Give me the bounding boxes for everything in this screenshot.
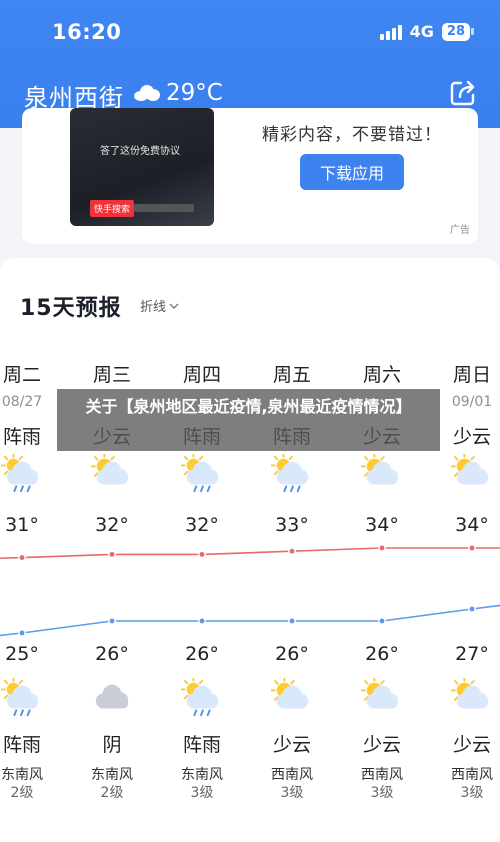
rain-shower-icon	[1, 454, 39, 493]
wind-direction: 东南风	[181, 767, 223, 783]
ad-image-text: 答了这份免费协议	[100, 146, 180, 157]
partly-cloudy-icon	[91, 454, 129, 485]
low-temperature: 26°	[365, 643, 399, 665]
share-icon[interactable]	[448, 78, 478, 108]
partly-cloudy-icon	[271, 678, 309, 709]
day-name: 周六	[362, 364, 401, 386]
day-name: 周日	[452, 364, 491, 386]
wind-direction: 东南风	[1, 767, 43, 783]
low-temperature: 25°	[5, 643, 39, 665]
cloudy-icon	[95, 684, 129, 709]
rain-shower-icon	[1, 678, 39, 717]
high-temperature: 34°	[455, 514, 489, 536]
wind-level: 3级	[190, 785, 214, 801]
wind-level: 2级	[10, 785, 34, 801]
current-temperature: 29°C	[166, 80, 223, 106]
battery-icon: 28	[441, 22, 475, 41]
partly-cloudy-icon	[451, 454, 489, 485]
high-temperature: 31°	[5, 514, 39, 536]
ad-tag: 广告	[450, 225, 470, 236]
ad-image-strip	[134, 204, 194, 212]
night-condition: 阵雨	[2, 734, 41, 756]
status-time: 16:20	[52, 20, 122, 44]
partly-cloudy-icon	[361, 678, 399, 709]
wind-level: 3级	[280, 785, 304, 801]
ad-headline: 精彩内容，不要错过！	[262, 125, 442, 145]
night-condition: 少云	[362, 734, 401, 756]
rain-shower-icon	[181, 454, 219, 493]
low-temperature: 26°	[95, 643, 129, 665]
night-condition: 阴	[102, 734, 122, 756]
night-condition: 少云	[452, 734, 491, 756]
low-temperature: 27°	[455, 643, 489, 665]
wind-level: 3级	[370, 785, 394, 801]
wind-direction: 西南风	[361, 767, 403, 783]
network-type: 4G	[409, 22, 434, 41]
forecast-day-column[interactable]: 周三 少云 32° 26° 阴 东南风 2级	[67, 258, 157, 842]
download-app-button[interactable]: 下载应用	[300, 154, 404, 190]
signal-icon	[379, 24, 402, 40]
low-temperature: 26°	[275, 643, 309, 665]
day-name: 周五	[272, 364, 311, 386]
high-temperature: 34°	[365, 514, 399, 536]
wind-level: 2级	[100, 785, 124, 801]
night-condition: 阵雨	[182, 734, 221, 756]
forecast-day-column[interactable]: 周二 08/27 阵雨 31° 25° 阵雨 东南风 2级	[0, 258, 67, 842]
current-weather: 29°C	[134, 80, 223, 106]
partly-cloudy-icon	[361, 454, 399, 485]
high-temperature: 32°	[95, 514, 129, 536]
wind-level: 3级	[460, 785, 484, 801]
cloudy-icon	[134, 85, 160, 101]
high-temperature: 33°	[275, 514, 309, 536]
forecast-day-column[interactable]: 周日 09/01 少云 34° 27° 少云 西南风 3级	[427, 258, 500, 842]
wind-direction: 西南风	[271, 767, 313, 783]
high-temperature: 32°	[185, 514, 219, 536]
low-temperature: 26°	[185, 643, 219, 665]
partly-cloudy-icon	[451, 678, 489, 709]
status-indicators: 4G 28	[379, 22, 475, 41]
day-name: 周二	[2, 364, 41, 386]
rain-shower-icon	[181, 678, 219, 717]
article-caption: 关于【泉州地区最近疫情,泉州最近疫情情况】	[57, 389, 440, 451]
ad-banner[interactable]: 答了这份免费协议 快手搜索 精彩内容，不要错过！ 下载应用 广告	[22, 108, 478, 244]
night-condition: 少云	[272, 734, 311, 756]
ad-image: 答了这份免费协议 快手搜索	[70, 108, 214, 226]
rain-shower-icon	[271, 454, 309, 493]
wind-direction: 西南风	[451, 767, 493, 783]
ad-brand-label: 快手搜索	[90, 200, 135, 217]
wind-direction: 东南风	[91, 767, 133, 783]
forecast-card: 15天预报 折线 周二 08/27 阵雨 31° 25° 阵雨 东南风 2级 周…	[0, 258, 500, 842]
day-name: 周三	[92, 364, 131, 386]
day-name: 周四	[182, 364, 221, 386]
forecast-day-column[interactable]: 周四 阵雨 32° 26° 阵雨 东南风 3级	[157, 258, 247, 842]
forecast-day-column[interactable]: 周六 少云 34° 26° 少云 西南风 3级	[337, 258, 427, 842]
forecast-day-column[interactable]: 周五 阵雨 33° 26° 少云 西南风 3级	[247, 258, 337, 842]
